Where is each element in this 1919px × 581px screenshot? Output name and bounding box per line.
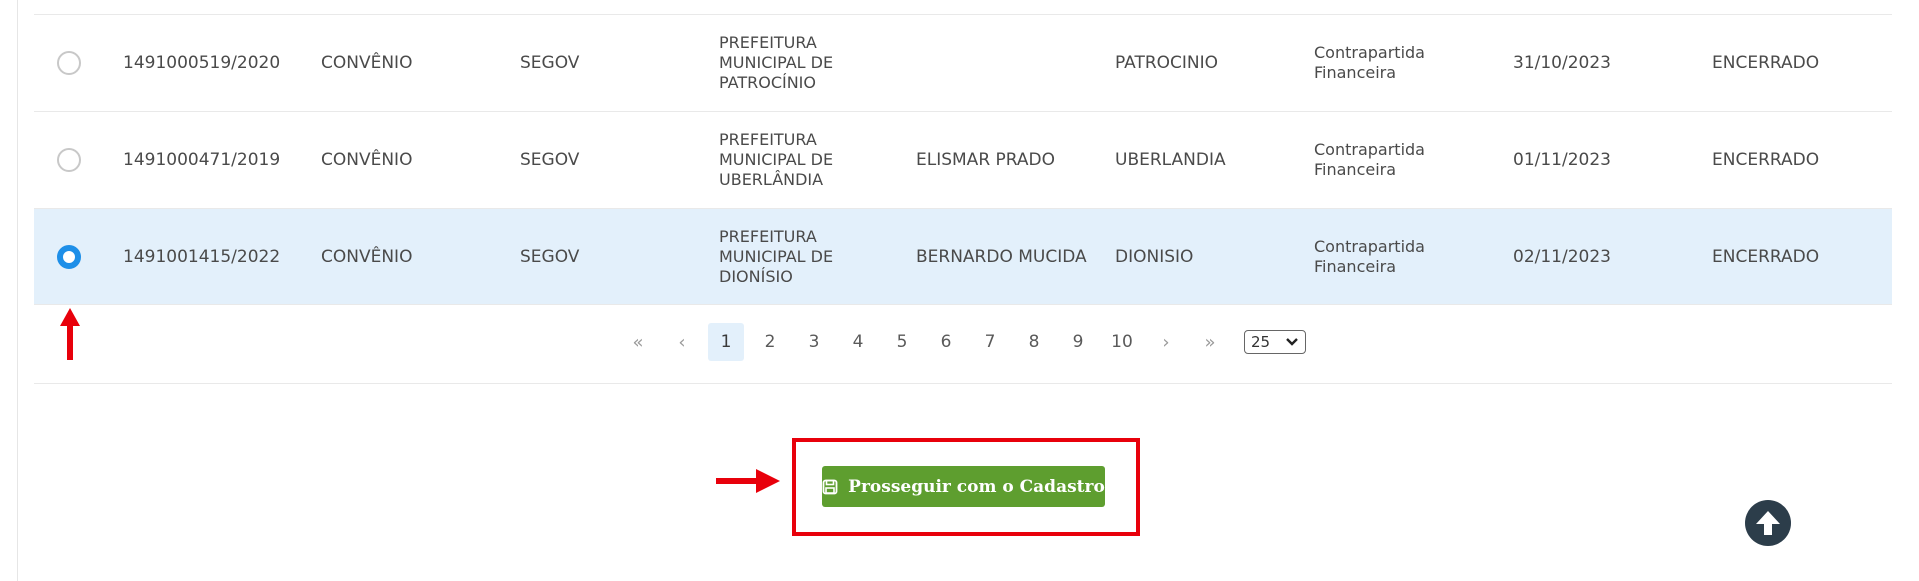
page-button-5[interactable]: 5 bbox=[884, 323, 920, 361]
page-size-value: 25 bbox=[1251, 333, 1271, 351]
cell-status: ENCERRADO bbox=[1712, 149, 1820, 170]
cell-municipality: DIONISIO bbox=[1115, 246, 1194, 267]
proceed-button[interactable]: Prosseguir com o Cadastro bbox=[822, 466, 1105, 507]
cell-parliamentarian: BERNARDO MUCIDA bbox=[916, 246, 1087, 267]
cell-type: CONVÊNIO bbox=[321, 246, 413, 267]
table-row[interactable]: 1491000519/2020 CONVÊNIO SEGOV PREFEITUR… bbox=[34, 14, 1892, 111]
annotation-arrow-up bbox=[60, 308, 80, 360]
cell-entity: PREFEITURA MUNICIPAL DE PATROCÍNIO bbox=[719, 33, 834, 92]
cell-category: Contrapartida Financeira bbox=[1314, 237, 1425, 276]
cell-entity: PREFEITURA MUNICIPAL DE UBERLÂNDIA bbox=[719, 130, 834, 189]
cell-date: 01/11/2023 bbox=[1513, 149, 1611, 170]
cell-parliamentarian: ELISMAR PRADO bbox=[916, 149, 1056, 170]
cell-date: 31/10/2023 bbox=[1513, 52, 1611, 73]
cell-entity: PREFEITURA MUNICIPAL DE DIONÍSIO bbox=[719, 227, 834, 286]
page-button-10[interactable]: 10 bbox=[1104, 323, 1140, 361]
annotation-arrow-right bbox=[716, 469, 780, 493]
first-page-button[interactable]: « bbox=[620, 323, 656, 361]
cell-category: Contrapartida Financeira bbox=[1314, 140, 1425, 179]
prev-page-button[interactable]: ‹ bbox=[664, 323, 700, 361]
row-radio[interactable] bbox=[57, 51, 81, 75]
table-row-selected[interactable]: 1491001415/2022 CONVÊNIO SEGOV PREFEITUR… bbox=[34, 208, 1892, 305]
save-icon bbox=[822, 479, 838, 494]
page-button-2[interactable]: 2 bbox=[752, 323, 788, 361]
cell-status: ENCERRADO bbox=[1712, 52, 1820, 73]
row-radio[interactable] bbox=[57, 148, 81, 172]
page-button-8[interactable]: 8 bbox=[1016, 323, 1052, 361]
pagination: « ‹ 1 2 3 4 5 6 7 8 9 10 › » 25 bbox=[34, 304, 1892, 384]
page-button-6[interactable]: 6 bbox=[928, 323, 964, 361]
cell-type: CONVÊNIO bbox=[321, 52, 413, 73]
arrow-up-circle-icon bbox=[1756, 511, 1780, 535]
page-button-1[interactable]: 1 bbox=[708, 323, 744, 361]
page-button-4[interactable]: 4 bbox=[840, 323, 876, 361]
chevron-down-icon bbox=[1286, 338, 1298, 346]
page-size-select[interactable]: 25 bbox=[1244, 330, 1306, 354]
proceed-button-label: Prosseguir com o Cadastro bbox=[848, 476, 1105, 497]
last-page-button[interactable]: » bbox=[1192, 323, 1228, 361]
cell-org: SEGOV bbox=[520, 52, 580, 73]
page-button-7[interactable]: 7 bbox=[972, 323, 1008, 361]
table-row[interactable]: 1491000471/2019 CONVÊNIO SEGOV PREFEITUR… bbox=[34, 111, 1892, 208]
cell-number: 1491001415/2022 bbox=[123, 246, 281, 267]
cell-number: 1491000519/2020 bbox=[123, 52, 281, 73]
cell-number: 1491000471/2019 bbox=[123, 149, 281, 170]
next-page-button[interactable]: › bbox=[1148, 323, 1184, 361]
page-button-3[interactable]: 3 bbox=[796, 323, 832, 361]
row-radio-checked[interactable] bbox=[57, 245, 81, 269]
cell-municipality: PATROCINIO bbox=[1115, 52, 1219, 73]
scroll-top-button[interactable] bbox=[1745, 500, 1791, 546]
cell-category: Contrapartida Financeira bbox=[1314, 43, 1425, 82]
cell-date: 02/11/2023 bbox=[1513, 246, 1611, 267]
cell-status: ENCERRADO bbox=[1712, 246, 1820, 267]
cell-org: SEGOV bbox=[520, 246, 580, 267]
cell-org: SEGOV bbox=[520, 149, 580, 170]
page-button-9[interactable]: 9 bbox=[1060, 323, 1096, 361]
results-table: 1491000519/2020 CONVÊNIO SEGOV PREFEITUR… bbox=[34, 14, 1892, 305]
cell-municipality: UBERLANDIA bbox=[1115, 149, 1226, 170]
cell-type: CONVÊNIO bbox=[321, 149, 413, 170]
